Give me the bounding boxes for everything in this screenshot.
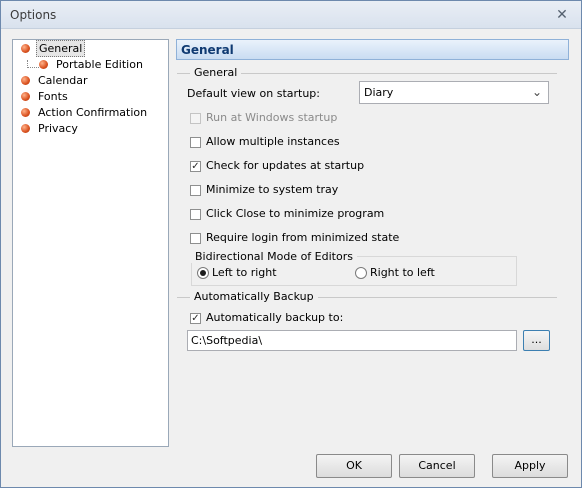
options-window: Options ✕ General Portable Edition Calen…: [0, 0, 582, 488]
left-to-right-radio[interactable]: [197, 267, 209, 279]
checkmark-icon: ✓: [190, 161, 201, 172]
checkbox-label: Check for updates at startup: [206, 159, 365, 172]
panel-header: General: [176, 39, 569, 60]
checkbox-box: [190, 209, 201, 220]
browse-button[interactable]: ...: [523, 330, 550, 351]
right-to-left-label[interactable]: Right to left: [370, 266, 435, 279]
left-to-right-label[interactable]: Left to right: [212, 266, 277, 279]
default-view-value: Diary: [364, 86, 394, 99]
checkbox-box: [190, 113, 201, 124]
default-view-select[interactable]: Diary ⌄: [359, 81, 549, 104]
bullet-icon: [21, 44, 30, 53]
tree-item-label: Calendar: [38, 74, 88, 87]
tree-item-label: Privacy: [38, 122, 78, 135]
backup-path-input[interactable]: C:\Softpedia\: [187, 330, 517, 351]
checkbox-label: Require login from minimized state: [206, 231, 400, 244]
bullet-icon: [39, 60, 48, 69]
default-view-label: Default view on startup:: [187, 87, 320, 100]
bullet-icon: [21, 124, 30, 133]
checkbox-box: [190, 137, 201, 148]
ok-button[interactable]: OK: [316, 454, 392, 478]
checkbox-label: Minimize to system tray: [206, 183, 339, 196]
general-group-title: General: [190, 66, 242, 79]
title-bar: Options ✕: [1, 1, 581, 29]
options-tree: General Portable Edition Calendar Fonts …: [12, 39, 169, 447]
tree-item-label: Fonts: [38, 90, 68, 103]
window-title: Options: [10, 8, 57, 22]
close-icon[interactable]: ✕: [553, 6, 571, 24]
backup-path-value: C:\Softpedia\: [191, 334, 263, 347]
chevron-down-icon: ⌄: [531, 85, 542, 99]
apply-button[interactable]: Apply: [492, 454, 568, 478]
bidi-group-title: Bidirectional Mode of Editors: [191, 250, 357, 263]
bullet-icon: [21, 92, 30, 101]
checkbox-label: Allow multiple instances: [206, 135, 340, 148]
cancel-button[interactable]: Cancel: [399, 454, 475, 478]
checkbox-label: Run at Windows startup: [206, 111, 338, 124]
tree-item-label: General: [36, 40, 86, 57]
checkbox-box: [190, 233, 201, 244]
backup-group-title: Automatically Backup: [190, 290, 318, 303]
bullet-icon: [21, 76, 30, 85]
tree-connector: [27, 60, 39, 68]
tree-item-label: Portable Edition: [56, 58, 143, 71]
checkbox-label: Automatically backup to:: [206, 311, 344, 324]
checkmark-icon: ✓: [190, 313, 201, 324]
checkbox-box: [190, 185, 201, 196]
bullet-icon: [21, 108, 30, 117]
checkbox-label: Click Close to minimize program: [206, 207, 385, 220]
tree-item-label: Action Confirmation: [38, 106, 148, 119]
panel-title: General: [181, 43, 234, 57]
right-to-left-radio[interactable]: [355, 267, 367, 279]
